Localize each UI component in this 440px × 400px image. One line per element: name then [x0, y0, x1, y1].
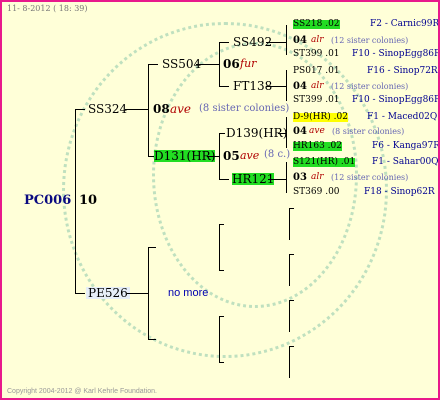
- leaf2-bottom-code: F10 - SinopEgg86R: [352, 95, 440, 105]
- no-more-label: no more: [168, 287, 209, 299]
- root-queen[interactable]: PC006: [24, 194, 71, 207]
- bracket: [286, 25, 287, 55]
- connector: [278, 133, 286, 134]
- leaf3-generation: 04: [293, 126, 307, 137]
- connector: [268, 179, 286, 180]
- connector: [196, 64, 219, 65]
- pedigree-chart: 11- 8-2012 ( 18: 39) PC006 10 SS324 PE52…: [0, 0, 440, 400]
- granddam-type: ave: [240, 149, 260, 162]
- leaf1-bottom-code: F10 - SinopEgg86R: [352, 49, 440, 59]
- dam-queen[interactable]: PE526: [86, 287, 130, 299]
- bracket: [286, 70, 287, 101]
- connector: [219, 224, 224, 225]
- bracket: [286, 117, 287, 148]
- bracket: [289, 208, 294, 209]
- connector: [219, 133, 225, 134]
- root-generation: 10: [79, 193, 98, 208]
- leaf3-type: ave: [309, 126, 325, 136]
- connector: [219, 133, 220, 179]
- connector: [75, 109, 85, 110]
- leaf3-bottom-queen[interactable]: HR163 .02: [293, 142, 342, 151]
- leaf2-top-code: F16 - Sinop72R: [367, 66, 438, 76]
- leaf1-top-queen[interactable]: SS218 .02: [293, 20, 340, 29]
- connector: [219, 42, 229, 43]
- leaf3-top-queen[interactable]: D-9(HR) .02: [293, 113, 348, 122]
- connector: [219, 224, 220, 270]
- connector: [219, 362, 224, 363]
- copyright: Copyright 2004-2012 @ Karl Kehrle Founda…: [7, 388, 157, 395]
- leaf1-siblings: (12 sister colonies): [331, 36, 409, 45]
- connector: [219, 270, 224, 271]
- sire-queen[interactable]: SS324: [88, 103, 127, 115]
- leaf3-bottom-code: F6 - Kanga97R: [372, 141, 440, 151]
- bracket: [289, 254, 290, 286]
- granddam-siblings: (8 c.): [264, 149, 291, 160]
- leaf3-top-code: F1 - Maced02Q: [367, 112, 438, 122]
- timestamp: 11- 8-2012 ( 18: 39): [7, 4, 88, 13]
- grandsire-type: fur: [240, 57, 257, 70]
- connector: [148, 339, 156, 340]
- leaf2-top-queen[interactable]: PS017 .01: [293, 67, 340, 76]
- connector: [75, 109, 76, 293]
- sire-type: ave: [170, 102, 192, 116]
- leaf1-type: alr: [311, 35, 324, 45]
- connector: [219, 86, 229, 87]
- leaf4-bottom-queen[interactable]: ST369 .00: [293, 188, 340, 197]
- leaf3-siblings: (8 sister colonies): [332, 127, 405, 136]
- leaf2-siblings: (12 sister colonies): [331, 82, 409, 91]
- leaf4-siblings: (12 sister colonies): [331, 173, 409, 182]
- connector: [219, 316, 224, 317]
- bracket: [289, 346, 294, 347]
- sire-siblings: (8 sister colonies): [199, 103, 290, 114]
- bracket: [289, 208, 290, 240]
- leaf4-bottom-code: F18 - Sinop62R: [364, 187, 435, 197]
- connector: [148, 247, 149, 339]
- bracket: [289, 254, 294, 255]
- leaf4-type: alr: [311, 172, 324, 182]
- leaf1-top-code: F2 - Carnic99R: [370, 19, 440, 29]
- bracket: [289, 300, 294, 301]
- leaf4-generation: 03: [293, 172, 307, 183]
- connector: [127, 293, 148, 294]
- leaf4-top-code: F1 - Sahar00Q: [372, 157, 439, 167]
- leaf4-top-queen[interactable]: S121(HR) .01: [293, 158, 356, 167]
- connector: [75, 293, 85, 294]
- connector: [266, 42, 286, 43]
- connector: [266, 86, 286, 87]
- connector: [125, 109, 148, 110]
- leaf1-bottom-queen[interactable]: ST399 .01: [293, 50, 340, 59]
- grandsire-generation: 06: [223, 57, 240, 71]
- leaf2-bottom-queen[interactable]: ST399 .01: [293, 96, 340, 105]
- connector: [148, 64, 149, 156]
- connector: [148, 247, 156, 248]
- bracket: [289, 300, 290, 332]
- connector: [219, 42, 220, 86]
- leaf1-generation: 04: [293, 35, 307, 46]
- sire-generation: 08: [153, 102, 170, 116]
- connector: [207, 156, 219, 157]
- bracket: [286, 162, 287, 193]
- bracket: [289, 346, 290, 378]
- leaf2-generation: 04: [293, 81, 307, 92]
- leaf2-type: alr: [311, 81, 324, 91]
- granddam-generation: 05: [223, 149, 240, 163]
- connector: [219, 316, 220, 362]
- connector: [148, 64, 158, 65]
- connector: [219, 179, 229, 180]
